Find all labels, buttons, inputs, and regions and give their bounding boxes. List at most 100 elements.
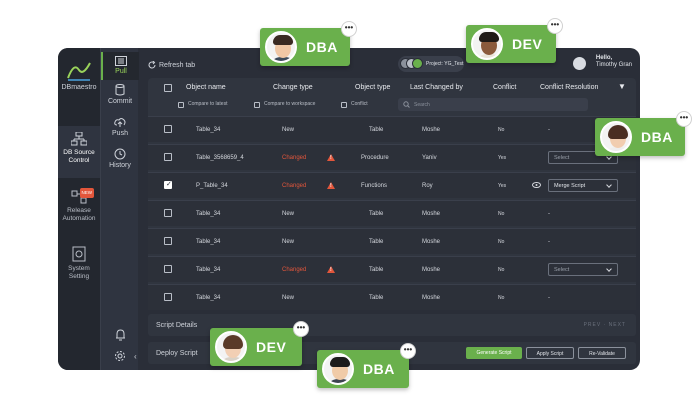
compare-latest-checkbox[interactable] [178, 102, 184, 108]
table-row[interactable]: Table_34 New Table Moshe No - [148, 116, 636, 142]
role-badge-dba-2: DBA ••• [595, 111, 692, 156]
revalidate-button[interactable]: Re-Validate [578, 347, 626, 359]
object-name: Table_34 [196, 127, 221, 133]
push-icon [114, 118, 126, 127]
object-name: Table_34 [196, 239, 221, 245]
subnav-commit[interactable]: Commit [101, 84, 139, 110]
table-row[interactable]: Table_34 New Table Moshe No - [148, 200, 636, 226]
row-checkbox[interactable] [164, 293, 172, 301]
conflict-label: Conflict [351, 101, 368, 107]
object-type: Table [369, 127, 384, 133]
object-name: Table_34 [196, 267, 221, 273]
subnav-push[interactable]: Push [101, 116, 139, 142]
header-last-changed-by[interactable]: Last Changed by [410, 84, 463, 91]
warning-icon [327, 154, 335, 161]
more-icon[interactable]: ••• [293, 321, 309, 337]
role-badge-dev-1: DEV ••• [466, 18, 563, 63]
object-type: Table [369, 295, 384, 301]
conflict-value: Yes [498, 155, 507, 161]
last-changed-by: Yaniv [422, 155, 437, 161]
select-all-checkbox[interactable] [164, 84, 172, 92]
filter-row: Compare to latest Compare to workspace C… [148, 96, 636, 114]
subnav-label: Push [112, 130, 128, 137]
db-source-icon [71, 132, 87, 146]
resolution-dropdown[interactable]: Select [548, 263, 618, 276]
refresh-tab-button[interactable]: Refresh tab [148, 61, 195, 69]
subnav-history[interactable]: History [101, 148, 139, 174]
filter-icon[interactable]: ▼ [618, 82, 626, 91]
warning-icon [327, 182, 335, 189]
table-row[interactable]: Table_34 New Table Moshe No - [148, 284, 636, 310]
object-type: Functions [361, 183, 388, 189]
nav-item-release-automation[interactable]: NEW Release Automation [58, 188, 100, 230]
subnav-label: History [109, 162, 131, 169]
object-type: Procedure [361, 155, 389, 161]
conflict-value: No [498, 239, 505, 245]
row-checkbox[interactable] [164, 209, 172, 217]
pager[interactable]: PREV · NEXT [584, 322, 626, 328]
row-checkbox[interactable] [164, 265, 172, 273]
resolution-dropdown[interactable]: Merge Script [548, 179, 618, 192]
more-icon[interactable]: ••• [676, 111, 692, 127]
change-type: Changed [282, 155, 307, 161]
refresh-icon [148, 61, 156, 69]
subnav-pull[interactable]: Pull [101, 52, 139, 80]
object-name: Table_3568659_4 [196, 155, 244, 161]
table-row[interactable]: Table_3568659_4ChangedProcedureYanivYesS… [148, 144, 636, 170]
header-object-name[interactable]: Object name [186, 84, 226, 91]
last-changed-by: Moshe [422, 295, 441, 301]
header-conflict-resolution[interactable]: Conflict Resolution [540, 84, 598, 91]
row-checkbox[interactable] [164, 153, 172, 161]
header-object-type[interactable]: Object type [355, 84, 390, 91]
script-details-title: Script Details [156, 322, 198, 329]
search-input[interactable]: Search [398, 98, 588, 111]
row-checkbox[interactable] [164, 125, 172, 133]
user-avatar[interactable] [573, 57, 586, 70]
object-name: Table_34 [196, 211, 221, 217]
top-bar: Refresh tab Project: YG_Test Hello, Timo… [140, 48, 640, 80]
compare-latest-label: Compare to latest [188, 101, 228, 107]
table-row[interactable]: P_Table_34 Changed Functions Roy Yes Merge Sc… [148, 172, 636, 198]
last-changed-by: Moshe [422, 127, 441, 133]
nav-item-system-setting[interactable]: System Setting [58, 246, 100, 286]
header-change-type[interactable]: Change type [273, 84, 313, 91]
objects-table: Object name Change type Object type Last… [148, 78, 636, 310]
change-type: New [282, 295, 295, 301]
warning-icon [327, 266, 335, 273]
conflict-value: No [498, 127, 505, 133]
main-nav: DBmaestro DB Source Control NEW Release … [58, 48, 100, 370]
role-label: DBA [306, 39, 338, 55]
conflict-checkbox[interactable] [341, 102, 347, 108]
row-checkbox[interactable] [164, 180, 172, 189]
more-icon[interactable]: ••• [400, 343, 416, 359]
more-icon[interactable]: ••• [341, 21, 357, 37]
compare-workspace-checkbox[interactable] [254, 102, 260, 108]
logo: DBmaestro [58, 60, 100, 91]
project-selector[interactable]: Project: YG_Test [398, 56, 464, 72]
bell-icon[interactable] [101, 328, 139, 346]
person-avatar [265, 31, 297, 63]
person-avatar [471, 28, 503, 60]
resolution-value: - [548, 239, 550, 245]
collapse-chevron-icon[interactable]: ‹ [134, 352, 137, 361]
resolution-value: - [548, 211, 550, 217]
header-conflict[interactable]: Conflict [493, 84, 516, 91]
change-type: Changed [282, 183, 307, 189]
brand-name: DBmaestro [61, 84, 97, 91]
object-type: Table [369, 239, 384, 245]
change-type: New [282, 127, 295, 133]
user-menu[interactable]: Hello, Timothy Gran [596, 55, 632, 69]
commit-icon [115, 84, 125, 96]
settings-doc-icon [72, 246, 86, 262]
apply-script-button[interactable]: Apply Script [526, 347, 574, 359]
person-avatar [215, 331, 247, 363]
eye-icon[interactable] [532, 182, 541, 188]
table-row[interactable]: Table_34 New Table Moshe No - [148, 228, 636, 254]
more-icon[interactable]: ••• [547, 18, 563, 34]
role-label: DEV [512, 36, 543, 52]
table-row[interactable]: Table_34 Changed Table Moshe No Select [148, 256, 636, 282]
search-icon [403, 101, 410, 108]
nav-item-db-source-control[interactable]: DB Source Control [58, 126, 100, 178]
generate-script-button[interactable]: Generate Script [466, 347, 522, 359]
row-checkbox[interactable] [164, 237, 172, 245]
